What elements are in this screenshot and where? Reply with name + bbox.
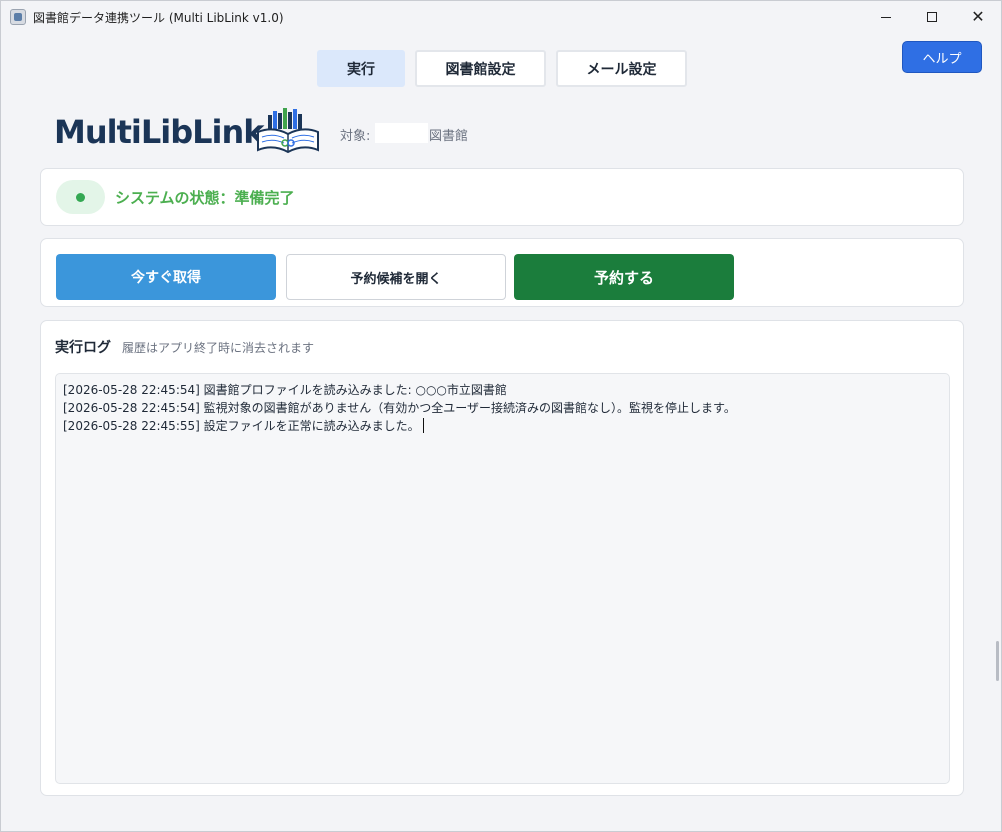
target-name-redacted — [375, 123, 428, 143]
log-card: 実行ログ 履歴はアプリ終了時に消去されます [2026-05-28 22:45:… — [40, 320, 964, 796]
actions-card: 今すぐ取得 予約候補を開く 予約する — [40, 238, 964, 307]
books-logo-icon — [257, 108, 319, 154]
text-caret — [422, 418, 424, 433]
maximize-button[interactable] — [909, 1, 955, 33]
app-window: 図書館データ連携ツール (Multi LibLink v1.0) ✕ 実行 図書… — [0, 0, 1002, 832]
status-dot-icon — [76, 192, 85, 202]
target-label: 対象: — [340, 129, 371, 144]
log-line-text: [2026-05-28 22:45:55] 設定ファイルを正常に読み込みました。 — [63, 419, 420, 433]
log-line: [2026-05-28 22:45:54] 図書館プロファイルを読み込みました:… — [63, 383, 507, 397]
minimize-icon — [881, 16, 891, 18]
title-bar: 図書館データ連携ツール (Multi LibLink v1.0) ✕ — [1, 1, 1001, 33]
open-candidates-button[interactable]: 予約候補を開く — [286, 254, 506, 300]
minimize-button[interactable] — [863, 1, 909, 33]
close-icon: ✕ — [971, 7, 985, 26]
log-subtitle: 履歴はアプリ終了時に消去されます — [122, 341, 315, 355]
log-title: 実行ログ — [55, 340, 111, 356]
window-scrollbar[interactable] — [996, 641, 999, 681]
status-indicator — [56, 180, 105, 214]
log-textarea[interactable]: [2026-05-28 22:45:54] 図書館プロファイルを読み込みました:… — [55, 373, 950, 784]
fetch-now-button[interactable]: 今すぐ取得 — [56, 254, 276, 300]
maximize-icon — [927, 12, 937, 22]
tab-mail-settings[interactable]: メール設定 — [556, 50, 687, 87]
status-card: システムの状態：準備完了 — [40, 168, 964, 226]
app-icon — [10, 9, 26, 25]
window-title: 図書館データ連携ツール (Multi LibLink v1.0) — [33, 11, 284, 25]
target-suffix: 図書館 — [429, 129, 469, 144]
tab-run[interactable]: 実行 — [317, 50, 405, 87]
tab-library-settings[interactable]: 図書館設定 — [415, 50, 546, 87]
log-line: [2026-05-28 22:45:54] 監視対象の図書館がありません（有効か… — [63, 401, 736, 415]
app-logo-text: MultiLibLink — [54, 113, 265, 151]
status-text: システムの状態：準備完了 — [115, 189, 295, 207]
log-line: [2026-05-28 22:45:55] 設定ファイルを正常に読み込みました。 — [63, 417, 942, 435]
close-button[interactable]: ✕ — [955, 1, 1001, 33]
reserve-button[interactable]: 予約する — [514, 254, 734, 300]
help-button[interactable]: ヘルプ — [902, 41, 982, 73]
